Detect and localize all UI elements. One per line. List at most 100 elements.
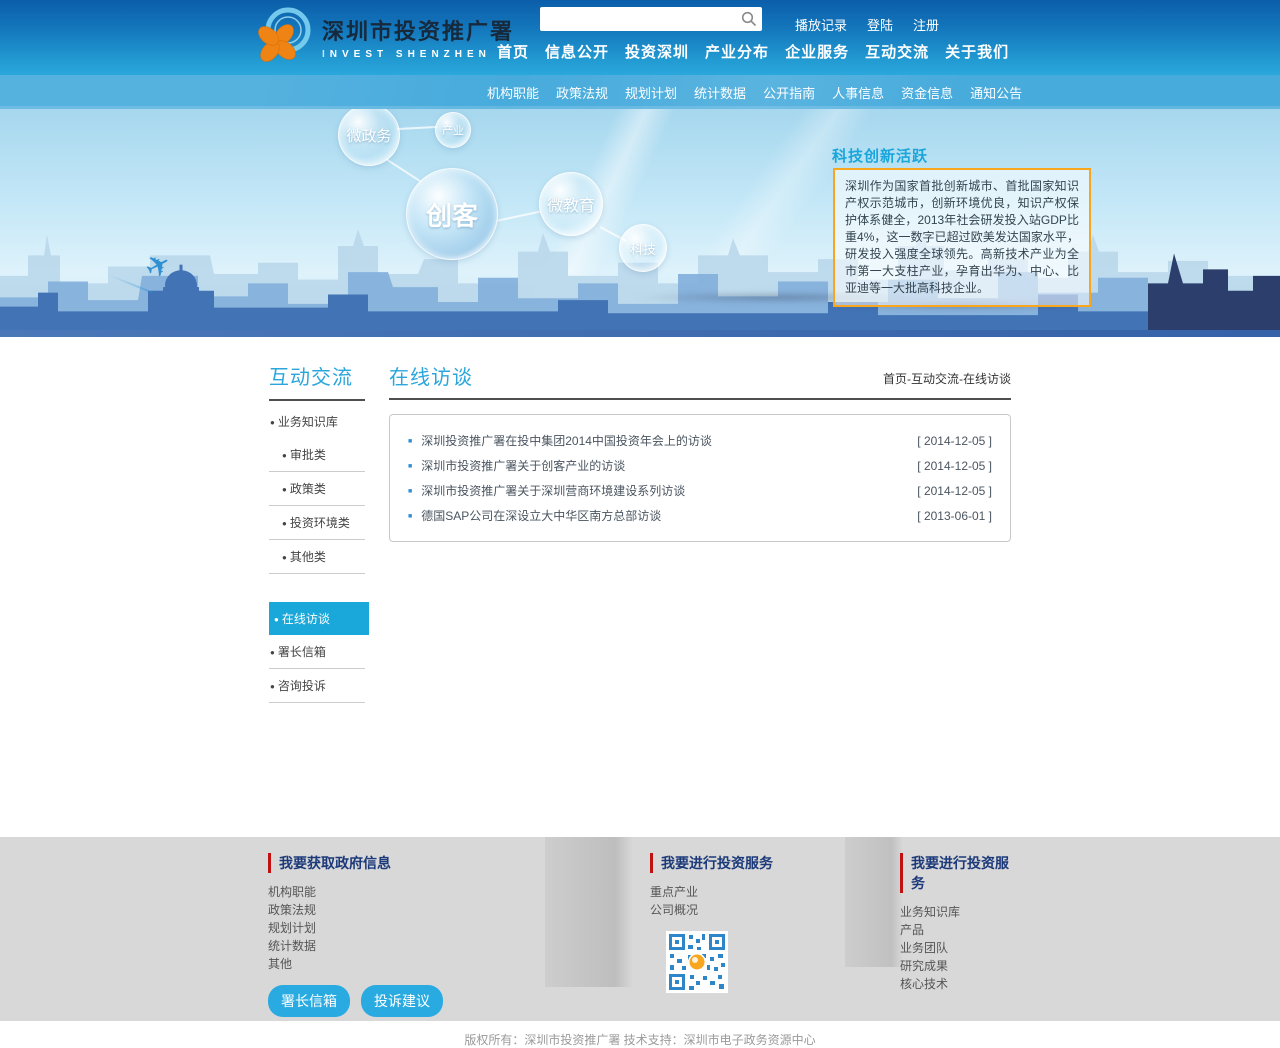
subnav-item-functions[interactable]: 机构职能 [487, 83, 539, 102]
footer-link[interactable]: 其他 [268, 955, 650, 973]
bubble-label: 科技 [630, 239, 656, 258]
subnav-item-planning[interactable]: 规划计划 [625, 83, 677, 102]
bubble-label: 微政务 [346, 125, 391, 146]
article-row: 深圳投资推广署在投中集团2014中国投资年会上的访谈 [ 2014-12-05 … [408, 428, 992, 453]
complaint-suggestion-button[interactable]: 投诉建议 [361, 985, 443, 1017]
bubble-micro-education[interactable]: 微教育 [539, 172, 603, 236]
sidebar-item-knowledge-base[interactable]: 业务知识库 [269, 405, 365, 438]
subnav-item-guide[interactable]: 公开指南 [763, 83, 815, 102]
sidebar-item-consult-complaint[interactable]: 咨询投诉 [269, 669, 365, 703]
sidebar-item-policy[interactable]: 政策类 [269, 472, 365, 506]
search-icon[interactable] [738, 8, 760, 30]
nav-item-interaction[interactable]: 互动交流 [865, 41, 929, 62]
nav-item-enterprise-services[interactable]: 企业服务 [785, 41, 849, 62]
header: 深圳市投资推广署 INVEST SHENZHEN 播放记录 登陆 注册 首页 信… [0, 0, 1280, 75]
sidebar-list: 业务知识库 审批类 政策类 投资环境类 其他类 在线访谈 署长信箱 咨询投诉 [269, 405, 369, 703]
main-panel-header: 在线访谈 首页-互动交流-在线访谈 [389, 361, 1011, 400]
footer-link[interactable]: 规划计划 [268, 919, 650, 937]
article-row: 深圳市投资推广署关于创客产业的访谈 [ 2014-12-05 ] [408, 453, 992, 478]
article-link[interactable]: 深圳市投资推广署关于创客产业的访谈 [408, 457, 625, 474]
footer-link[interactable]: 统计数据 [268, 937, 650, 955]
logo-icon [252, 6, 314, 68]
airplane-icon [146, 249, 171, 284]
site-title: 深圳市投资推广署 [322, 14, 514, 46]
banner-bottom-strip [0, 330, 1280, 337]
footer-heading: 我要获取政府信息 [268, 853, 650, 873]
footer-col-business-services: 我要进行投资服务 业务知识库 产品 业务团队 研究成果 核心技术 [900, 853, 1022, 1017]
subnav-item-notices[interactable]: 通知公告 [970, 83, 1022, 102]
sidebar-item-investment-environment[interactable]: 投资环境类 [269, 506, 365, 540]
hero-banner: 微政务 产业 创客 微教育 科技 科技创新活跃 深圳作为国家首批创新城市、首批国… [0, 109, 1280, 337]
director-mailbox-button[interactable]: 署长信箱 [268, 985, 350, 1017]
article-date: [ 2014-12-05 ] [917, 434, 992, 448]
breadcrumb[interactable]: 首页-互动交流-在线访谈 [883, 370, 1011, 390]
footer-link[interactable]: 政策法规 [268, 901, 650, 919]
footer-col-investment-services: 我要进行投资服务 重点产业 公司概况 [650, 853, 900, 1017]
footer-link[interactable]: 研究成果 [900, 957, 1022, 975]
article-link[interactable]: 深圳市投资推广署关于深圳营商环境建设系列访谈 [408, 482, 685, 499]
bubble-label: 产业 [442, 122, 464, 138]
bubble-micro-government[interactable]: 微政务 [338, 104, 400, 166]
qr-code [666, 931, 728, 993]
footer-link[interactable]: 公司概况 [650, 901, 900, 919]
nav-item-about-us[interactable]: 关于我们 [945, 41, 1009, 62]
top-link-history[interactable]: 播放记录 [795, 15, 847, 34]
sidebar-item-others[interactable]: 其他类 [269, 540, 365, 574]
sidebar-title: 互动交流 [269, 361, 365, 401]
page-title: 在线访谈 [389, 361, 473, 390]
top-link-login[interactable]: 登陆 [867, 15, 893, 34]
nav-item-info-disclosure[interactable]: 信息公开 [545, 41, 609, 62]
footer: 我要获取政府信息 机构职能 政策法规 规划计划 统计数据 其他 署长信箱 投诉建… [0, 837, 1280, 1021]
subnav-item-statistics[interactable]: 统计数据 [694, 83, 746, 102]
bubble-connector [397, 126, 437, 130]
article-date: [ 2013-06-01 ] [917, 509, 992, 523]
footer-col-government-info: 我要获取政府信息 机构职能 政策法规 规划计划 统计数据 其他 署长信箱 投诉建… [255, 853, 650, 1017]
footer-buttons: 署长信箱 投诉建议 [268, 985, 650, 1017]
bubble-connector [385, 158, 421, 183]
sidebar-item-director-mailbox[interactable]: 署长信箱 [269, 635, 365, 669]
search-box [540, 7, 762, 31]
nav-item-home[interactable]: 首页 [497, 41, 529, 62]
footer-link[interactable]: 业务团队 [900, 939, 1022, 957]
nav-item-invest-shenzhen[interactable]: 投资深圳 [625, 41, 689, 62]
bubble-label: 微教育 [547, 192, 595, 216]
banner-panel-title: 科技创新活跃 [832, 145, 928, 166]
sidebar-item-online-interview[interactable]: 在线访谈 [269, 602, 369, 635]
article-row: 德国SAP公司在深设立大中华区南方总部访谈 [ 2013-06-01 ] [408, 503, 992, 528]
footer-link[interactable]: 机构职能 [268, 883, 650, 901]
subnav-item-personnel[interactable]: 人事信息 [832, 83, 884, 102]
subnav: 机构职能 政策法规 规划计划 统计数据 公开指南 人事信息 资金信息 通知公告 [0, 75, 1280, 109]
banner-panel-text: 深圳作为国家首批创新城市、首批国家知识产权示范城市，创新环境优良，知识产权保护体… [833, 168, 1091, 307]
copyright-text: 版权所有：深圳市投资推广署 技术支持：深圳市电子政务资源中心 [0, 1031, 1280, 1048]
subnav-item-policies[interactable]: 政策法规 [556, 83, 608, 102]
footer-link[interactable]: 核心技术 [900, 975, 1022, 993]
main-panel: 在线访谈 首页-互动交流-在线访谈 深圳投资推广署在投中集团2014中国投资年会… [389, 361, 1011, 837]
article-date: [ 2014-12-05 ] [917, 459, 992, 473]
footer-link[interactable]: 业务知识库 [900, 903, 1022, 921]
footer-heading: 我要进行投资服务 [650, 853, 900, 873]
bubble-technology[interactable]: 科技 [619, 224, 667, 272]
article-date: [ 2014-12-05 ] [917, 484, 992, 498]
article-row: 深圳市投资推广署关于深圳营商环境建设系列访谈 [ 2014-12-05 ] [408, 478, 992, 503]
bubble-maker[interactable]: 创客 [406, 168, 498, 260]
main-nav: 首页 信息公开 投资深圳 产业分布 企业服务 互动交流 关于我们 [497, 41, 1009, 62]
top-link-register[interactable]: 注册 [913, 15, 939, 34]
site-subtitle: INVEST SHENZHEN [322, 49, 514, 60]
bubble-label: 创客 [426, 196, 478, 233]
sidebar: 互动交流 业务知识库 审批类 政策类 投资环境类 其他类 在线访谈 署长信箱 咨… [269, 361, 369, 837]
nav-item-industry-distribution[interactable]: 产业分布 [705, 41, 769, 62]
content-area: 互动交流 业务知识库 审批类 政策类 投资环境类 其他类 在线访谈 署长信箱 咨… [269, 337, 1011, 837]
search-input[interactable] [546, 9, 738, 29]
article-link[interactable]: 深圳投资推广署在投中集团2014中国投资年会上的访谈 [408, 432, 712, 449]
subnav-item-funds[interactable]: 资金信息 [901, 83, 953, 102]
article-link[interactable]: 德国SAP公司在深设立大中华区南方总部访谈 [408, 507, 661, 524]
footer-heading: 我要进行投资服务 [900, 853, 1022, 893]
article-list: 深圳投资推广署在投中集团2014中国投资年会上的访谈 [ 2014-12-05 … [389, 414, 1011, 542]
sidebar-item-approval[interactable]: 审批类 [269, 438, 365, 472]
top-links: 播放记录 登陆 注册 [795, 15, 939, 34]
footer-columns: 我要获取政府信息 机构职能 政策法规 规划计划 统计数据 其他 署长信箱 投诉建… [255, 853, 1025, 1017]
footer-link[interactable]: 产品 [900, 921, 1022, 939]
bubble-industry[interactable]: 产业 [435, 112, 471, 148]
footer-link[interactable]: 重点产业 [650, 883, 900, 901]
site-logo[interactable]: 深圳市投资推广署 INVEST SHENZHEN [252, 6, 514, 68]
